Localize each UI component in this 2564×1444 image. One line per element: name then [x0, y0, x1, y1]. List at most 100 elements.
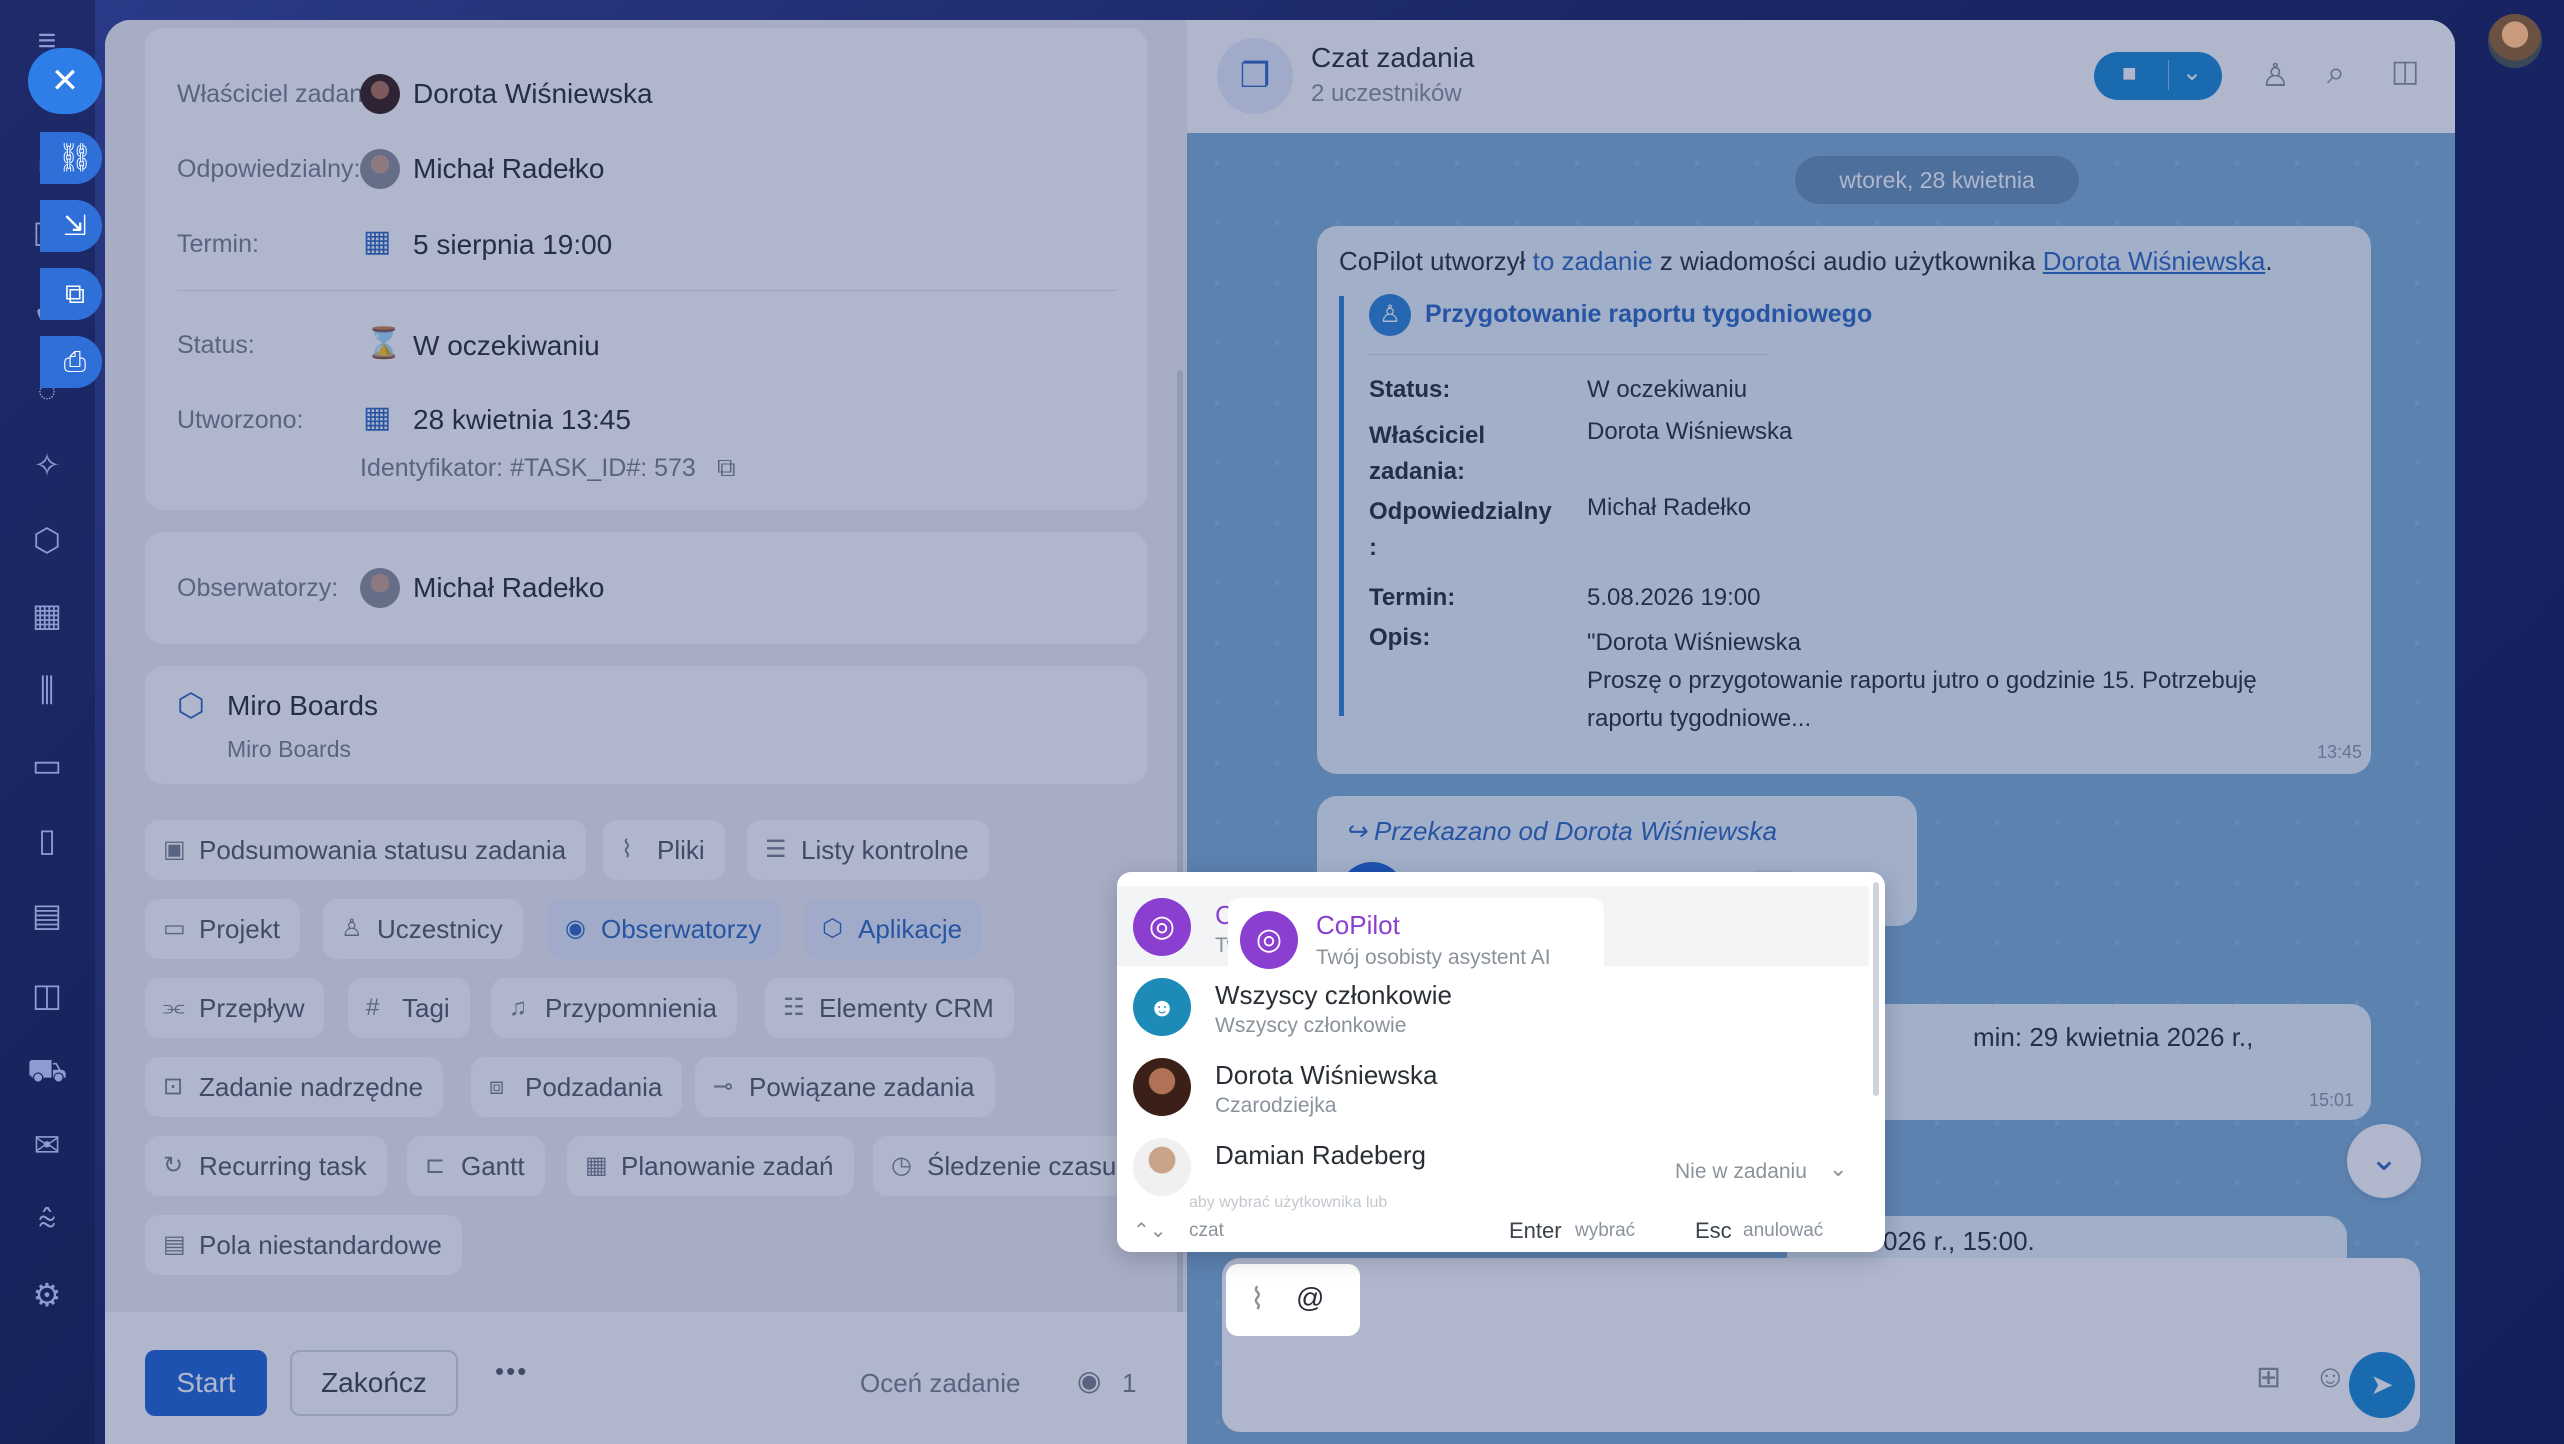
chevron-down-icon[interactable]: ⌄: [2182, 58, 2202, 87]
filter-icon[interactable]: ⩯: [27, 1200, 67, 1240]
copilot-icon: ◎: [1240, 911, 1298, 969]
chip-participants[interactable]: ♙ Uczestnicy: [323, 899, 523, 959]
more-button[interactable]: •••: [495, 1356, 528, 1387]
mention-subtitle: Czarodziejka: [1215, 1094, 1337, 1117]
disk-icon[interactable]: ◫: [27, 975, 67, 1015]
field-value: Michał Radełko: [1587, 494, 1752, 521]
close-slider-button[interactable]: ✕: [28, 48, 102, 114]
quote-bar: [1339, 296, 1344, 716]
chip-subtasks[interactable]: ⧈ Podzadania: [471, 1057, 683, 1117]
owner-name[interactable]: Dorota Wiśniewska: [413, 78, 653, 110]
scroll-down-button[interactable]: ⌄: [2347, 1124, 2421, 1198]
apps-grid-icon[interactable]: ⊞: [2256, 1360, 2281, 1395]
subtask-icon: ⧈: [489, 1073, 505, 1100]
calendar-icon: ▦: [585, 1152, 608, 1179]
chevron-down-icon[interactable]: ⌄: [1829, 1156, 1847, 1182]
print-button[interactable]: ⎙: [40, 336, 102, 388]
video-call-button[interactable]: ■ ⌄: [2094, 52, 2222, 100]
cart-icon[interactable]: ⛟: [27, 1050, 67, 1090]
field-key: Opis:: [1369, 624, 1431, 651]
finish-button[interactable]: Zakończ: [290, 1350, 458, 1416]
chip-gantt[interactable]: ⊏ Gantt: [407, 1136, 545, 1196]
deadline-value[interactable]: 5 sierpnia 19:00: [413, 229, 612, 261]
timer-icon: ◷: [891, 1152, 912, 1179]
chip-flow[interactable]: ⫘ Przepływ: [145, 978, 325, 1038]
open-new-window-button[interactable]: ⧉: [40, 268, 102, 320]
view-count: 1: [1122, 1368, 1137, 1398]
link-icon: ⛓: [57, 142, 93, 173]
observer-name[interactable]: Michał Radełko: [413, 572, 604, 604]
start-button[interactable]: Start: [145, 1350, 267, 1416]
chip-project[interactable]: ▭ Projekt: [145, 899, 300, 959]
search-icon[interactable]: ⌕: [2327, 54, 2345, 92]
rate-task-link[interactable]: Oceń zadanie: [860, 1368, 1020, 1399]
app-card-miro[interactable]: ⬡ Miro Boards Miro Boards: [145, 666, 1147, 784]
copilot-highlight[interactable]: ◎ CoPilot Twój osobisty asystent AI: [1228, 898, 1604, 982]
popup-scrollbar[interactable]: [1873, 882, 1879, 1096]
chat-bubbles-icon: ❐: [1217, 38, 1293, 114]
app-title: Miro Boards: [227, 690, 378, 721]
mention-item-user[interactable]: Dorota Wiśniewska Czarodziejka: [1117, 1046, 1869, 1126]
print-icon: ⎙: [63, 346, 87, 377]
field-key: Właściciel zadania:: [1369, 422, 1486, 485]
chip-checklists[interactable]: ☰ Listy kontrolne: [747, 820, 989, 880]
message-composer[interactable]: ⊞ ☺ ♪: [1222, 1258, 2420, 1432]
chip-tags[interactable]: # Tagi: [348, 978, 470, 1038]
chip-parent-task[interactable]: ⊡ Zadanie nadrzędne: [145, 1057, 444, 1117]
sidebar-toggle-icon[interactable]: ◫: [2391, 54, 2419, 89]
observers-card: Obserwatorzy: Michał Radełko: [145, 532, 1147, 644]
chip-status-summary[interactable]: ▣ Podsumowania statusu zadania: [145, 820, 587, 880]
app-subtitle: Miro Boards: [227, 736, 351, 762]
copy-link-button[interactable]: ⛓: [40, 132, 102, 184]
crm-icon[interactable]: ✧: [27, 445, 67, 485]
message-input[interactable]: @: [1296, 1282, 1324, 1314]
chip-applications[interactable]: ⬡ Aplikacje: [804, 899, 983, 959]
task-link[interactable]: to zadanie: [1533, 246, 1653, 276]
user-link[interactable]: Dorota Wiśniewska: [2043, 246, 2266, 276]
chip-recurring-task[interactable]: ↻ Recurring task: [145, 1136, 387, 1196]
created-value: 28 kwietnia 13:45: [413, 404, 631, 435]
mail-icon[interactable]: ✉: [27, 1125, 67, 1165]
card-icon[interactable]: ▭: [27, 745, 67, 785]
task-details-panel: Właściciel zadania: Dorota Wiśniewska Od…: [105, 20, 1187, 1444]
chat-subtitle[interactable]: 2 uczestników: [1311, 80, 1462, 108]
task-identifier: Identyfikator: #TASK_ID#: 573: [360, 454, 696, 482]
paperclip-icon[interactable]: ⌇: [1250, 1282, 1265, 1317]
chip-crm-elements[interactable]: ☷ Elementy CRM: [765, 978, 1014, 1038]
shield-icon[interactable]: ⬡: [27, 520, 67, 560]
chat-title: Czat zadania: [1311, 42, 1475, 73]
composer-focus[interactable]: ⌇ @: [1226, 1264, 1360, 1336]
responsible-avatar[interactable]: [360, 149, 400, 189]
observer-avatar[interactable]: [360, 568, 400, 608]
chip-custom-fields[interactable]: ▤ Pola niestandardowe: [145, 1215, 462, 1275]
summary-icon: ▣: [163, 836, 186, 863]
flow-icon: ⫘: [163, 994, 185, 1021]
task-card-title[interactable]: Przygotowanie raportu tygodniowego: [1425, 300, 1872, 329]
calendar-icon[interactable]: ▦: [27, 595, 67, 635]
emoji-icon[interactable]: ☺: [2314, 1358, 2347, 1395]
user-avatar[interactable]: [2488, 14, 2542, 68]
mention-subtitle: Wszyscy członkowie: [1215, 1014, 1407, 1037]
settings-icon[interactable]: ⚙: [27, 1275, 67, 1315]
owner-avatar[interactable]: [360, 74, 400, 114]
mention-name: Wszyscy członkowie: [1215, 980, 1452, 1010]
chip-task-planning[interactable]: ▦ Planowanie zadań: [567, 1136, 854, 1196]
chip-files[interactable]: ⌇ Pliki: [603, 820, 725, 880]
chip-observers[interactable]: ◉ Obserwatorzy: [547, 899, 782, 959]
document-icon[interactable]: ▯: [27, 820, 67, 860]
responsible-name[interactable]: Michał Radełko: [413, 153, 604, 185]
message-text: 026 r., 15:00.: [1883, 1226, 2035, 1256]
created-label: Utworzono:: [177, 406, 304, 434]
minimize-button[interactable]: ⇲: [40, 200, 102, 252]
calendar-icon: ▦: [363, 225, 392, 258]
copy-icon[interactable]: ⧉: [717, 452, 736, 484]
chip-related-tasks[interactable]: ⊸ Powiązane zadania: [695, 1057, 995, 1117]
chip-reminders[interactable]: ♫ Przypomnienia: [491, 978, 737, 1038]
link-icon: ⊸: [713, 1073, 734, 1100]
stats-icon[interactable]: ▤: [27, 895, 67, 935]
forwarded-label[interactable]: ↪ Przekazano od Dorota Wiśniewska: [1345, 816, 1777, 847]
send-button[interactable]: ➤: [2349, 1352, 2415, 1418]
chip-time-tracking[interactable]: ◷ Śledzenie czasu: [873, 1136, 1137, 1196]
add-user-icon[interactable]: ♙: [2261, 56, 2290, 94]
library-icon[interactable]: ⫼: [27, 670, 67, 710]
